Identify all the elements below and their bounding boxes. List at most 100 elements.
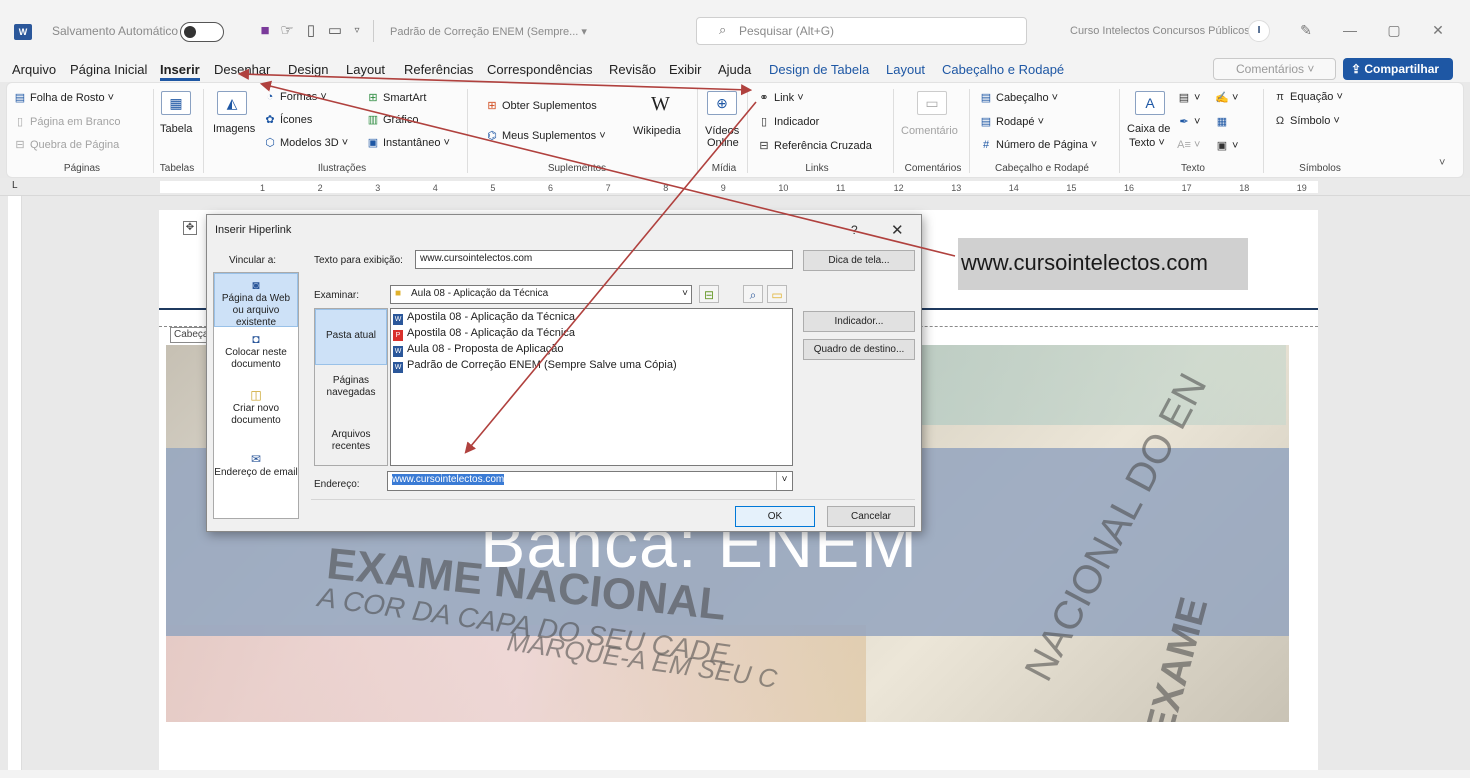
signature-icon[interactable]: ✒ ˅ xyxy=(1177,115,1200,128)
file-item[interactable]: W Padrão de Correção ENEM (Sempre Salve u… xyxy=(393,359,677,373)
date-time-icon[interactable]: ▦ xyxy=(1215,115,1232,128)
browse-search-icon[interactable]: ⌕ xyxy=(743,285,763,303)
link-to-email[interactable]: ✉ Endereço de email xyxy=(214,453,298,489)
restore-icon[interactable]: ▢ xyxy=(1384,20,1404,40)
chevron-down-icon[interactable]: ˅ xyxy=(776,472,792,490)
browse-web-icon[interactable]: ⊟ xyxy=(699,285,719,303)
comments-button[interactable]: Comentários ˅ xyxy=(1213,58,1336,80)
qat-customize-icon[interactable]: ▿ xyxy=(346,20,368,42)
share-button[interactable]: ⇪ Compartilhar xyxy=(1343,58,1453,80)
title-divider xyxy=(373,20,374,42)
tab-stop-icon[interactable]: L xyxy=(12,180,18,191)
display-text-input[interactable]: www.cursointelectos.com xyxy=(415,250,793,269)
header-url-text[interactable]: www.cursointelectos.com xyxy=(958,238,1248,290)
bookmark-dialog-button[interactable]: Indicador... xyxy=(803,311,915,332)
get-addins-button[interactable]: ⊞ Obter Suplementos xyxy=(485,99,596,112)
tab-design[interactable]: Design xyxy=(288,62,328,77)
comment-icon[interactable]: ▭ xyxy=(917,91,947,115)
models-3d-button[interactable]: ⬡ Modelos 3D ˅ xyxy=(263,136,348,149)
table-label[interactable]: Tabela xyxy=(160,123,192,135)
nav-current-folder[interactable]: Pasta atual xyxy=(315,309,387,365)
tab-layout-tabela[interactable]: Layout xyxy=(886,62,925,77)
touch-mode-icon[interactable]: ☞ xyxy=(276,20,298,42)
tab-cabecalho-rodape[interactable]: Cabeçalho e Rodapé xyxy=(942,62,1064,77)
symbol-button[interactable]: Ω Símbolo ˅ xyxy=(1273,115,1340,127)
tab-design-de-tabela[interactable]: Design de Tabela xyxy=(769,62,869,77)
online-video-icon[interactable]: ⊕ xyxy=(707,91,737,115)
wikipedia-icon[interactable]: W xyxy=(651,93,670,116)
images-icon[interactable]: ◭ xyxy=(217,91,247,115)
tab-pagina-inicial[interactable]: Página Inicial xyxy=(70,62,147,77)
comment-label[interactable]: Comentário xyxy=(901,125,958,137)
file-item[interactable]: P Apostila 08 - Aplicação da Técnica xyxy=(393,327,575,341)
chart-button[interactable]: ▥ Gráfico xyxy=(366,113,419,126)
my-addins-button[interactable]: ⌬ Meus Suplementos ˅ xyxy=(485,129,605,142)
dropcap-icon[interactable]: A≡ ˅ xyxy=(1177,139,1200,151)
page-break-button[interactable]: ⊟ Quebra de Página xyxy=(13,138,119,151)
table-move-handle-icon[interactable]: ✥ xyxy=(183,221,197,235)
save-icon[interactable]: ■ xyxy=(254,20,276,42)
tab-referencias[interactable]: Referências xyxy=(404,62,473,77)
table-icon[interactable]: ▦ xyxy=(161,91,191,115)
target-frame-button[interactable]: Quadro de destino... xyxy=(803,339,915,360)
link-button[interactable]: ⚭ Link ˅ xyxy=(757,91,803,104)
link-to-new-document[interactable]: ◫ Criar novo documento xyxy=(214,389,298,437)
wordart-icon[interactable]: ✍ ˅ xyxy=(1215,91,1238,104)
browse-folder-icon[interactable]: ▭ xyxy=(767,285,787,303)
autosave-toggle[interactable] xyxy=(180,22,224,42)
icons-button[interactable]: ✿ Ícones xyxy=(263,113,312,126)
tab-arquivo[interactable]: Arquivo xyxy=(12,62,56,77)
close-window-icon[interactable]: ✕ xyxy=(1428,20,1448,40)
screentip-button[interactable]: Dica de tela... xyxy=(803,250,915,271)
blank-page-button[interactable]: ▯ Página em Branco xyxy=(13,115,121,128)
file-item[interactable]: W Aula 08 - Proposta de Aplicação xyxy=(393,343,564,357)
tab-ajuda[interactable]: Ajuda xyxy=(718,62,751,77)
quick-parts-icon[interactable]: ▤ ˅ xyxy=(1177,91,1201,104)
ribbon-collapse-icon[interactable]: ˅ xyxy=(1439,157,1445,169)
tab-layout[interactable]: Layout xyxy=(346,62,385,77)
new-doc-icon[interactable]: ▯ xyxy=(300,20,322,42)
textbox-icon[interactable]: A xyxy=(1135,91,1165,115)
minimize-icon[interactable]: — xyxy=(1340,20,1360,40)
object-icon[interactable]: ▣ ˅ xyxy=(1215,139,1239,152)
tab-desenhar[interactable]: Desenhar xyxy=(214,62,270,77)
textbox-label-1[interactable]: Caixa de xyxy=(1127,123,1170,135)
page-number-button[interactable]: # Número de Página ˅ xyxy=(979,139,1097,151)
file-item[interactable]: W Apostila 08 - Aplicação da Técnica xyxy=(393,311,575,325)
cover-page-button[interactable]: ▤ Folha de Rosto ˅ xyxy=(13,91,114,104)
textbox-label-2[interactable]: Texto ˅ xyxy=(1129,137,1165,149)
online-video-label-1[interactable]: Vídeos xyxy=(705,125,739,137)
nav-browsed-pages[interactable]: Páginas navegadas xyxy=(315,375,387,405)
footer-button[interactable]: ▤ Rodapé ˅ xyxy=(979,115,1044,128)
account-name[interactable]: Curso Intelectos Concursos Públicos xyxy=(1070,25,1250,37)
ok-button[interactable]: OK xyxy=(735,506,815,527)
ruler-track[interactable]: 1 2 3 4 5 6 7 8 9 10 11 12 13 14 15 16 17 18 19 xyxy=(160,181,1318,193)
pen-icon[interactable]: ✎ xyxy=(1296,20,1316,40)
close-icon[interactable]: ✕ xyxy=(891,221,904,239)
tab-inserir[interactable]: Inserir xyxy=(160,62,200,81)
link-to-this-document[interactable]: ◘ Colocar neste documento xyxy=(214,333,298,381)
open-folder-icon[interactable]: ▭ xyxy=(324,20,346,42)
link-to-web-page[interactable]: ◙ Página da Web ou arquivo existente xyxy=(214,273,298,328)
tab-exibir[interactable]: Exibir xyxy=(669,62,702,77)
look-in-select[interactable]: ■ Aula 08 - Aplicação da Técnica ˅ xyxy=(390,285,692,304)
wikipedia-label[interactable]: Wikipedia xyxy=(633,125,681,137)
cross-reference-button[interactable]: ⊟ Referência Cruzada xyxy=(757,139,871,152)
screenshot-button[interactable]: ▣ Instantâneo ˅ xyxy=(366,136,450,149)
nav-recent-files[interactable]: Arquivos recentes xyxy=(315,429,387,459)
avatar[interactable]: I xyxy=(1248,20,1270,42)
cancel-button[interactable]: Cancelar xyxy=(827,506,915,527)
smartart-button[interactable]: ⊞ SmartArt xyxy=(366,91,426,104)
tab-revisao[interactable]: Revisão xyxy=(609,62,656,77)
equation-button[interactable]: π Equação ˅ xyxy=(1273,91,1343,103)
address-input[interactable]: www.cursointelectos.com ˅ xyxy=(387,471,793,491)
header-button[interactable]: ▤ Cabeçalho ˅ xyxy=(979,91,1058,104)
help-icon[interactable]: ? xyxy=(851,223,858,237)
search-box[interactable]: ⌕ Pesquisar (Alt+G) xyxy=(696,17,1027,45)
images-label[interactable]: Imagens xyxy=(213,123,255,135)
shapes-button[interactable]: ◔ Formas ˅ xyxy=(263,91,327,103)
online-video-label-2[interactable]: Online xyxy=(707,137,739,149)
bookmark-button[interactable]: ▯ Indicador xyxy=(757,115,819,128)
tab-correspondencias[interactable]: Correspondências xyxy=(487,62,593,77)
document-title[interactable]: Padrão de Correção ENEM (Sempre... ▾ xyxy=(390,25,587,38)
